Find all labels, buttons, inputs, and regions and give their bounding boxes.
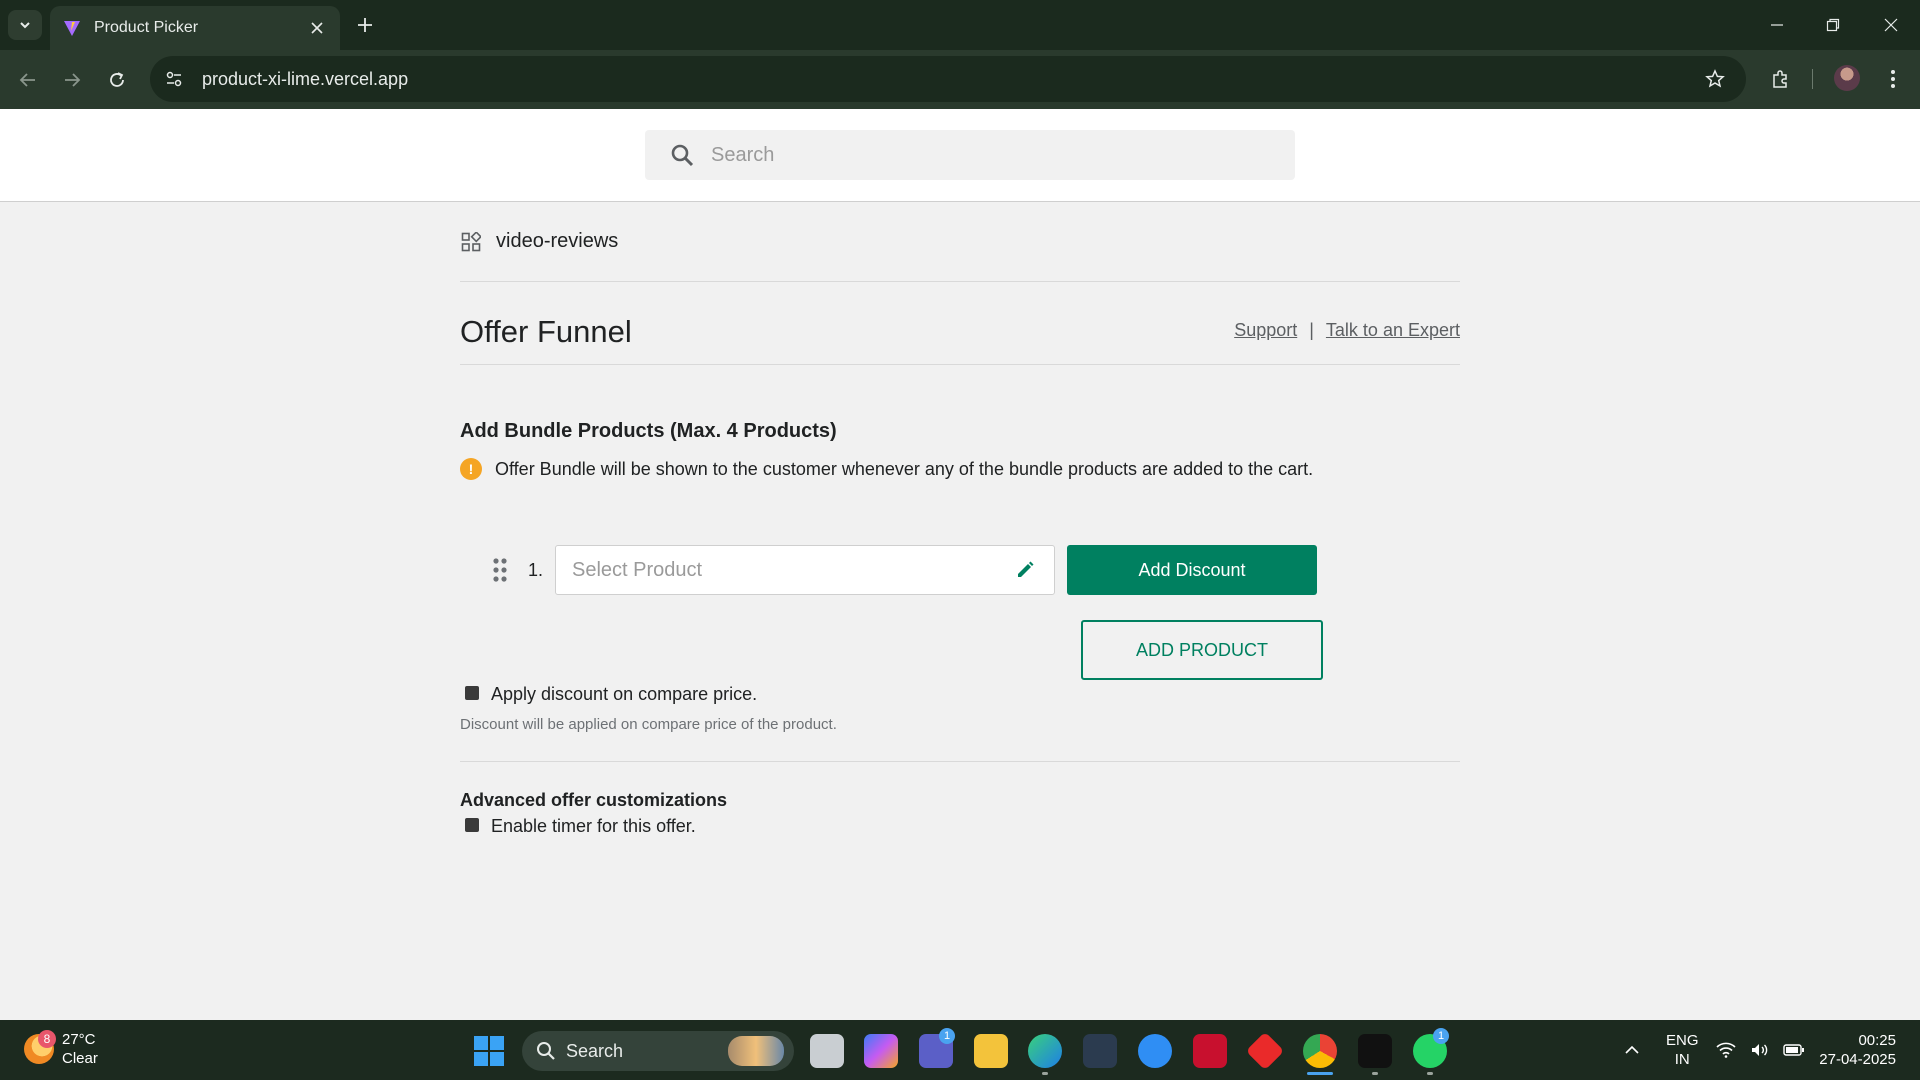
- site-info-icon[interactable]: [156, 61, 192, 97]
- add-product-button[interactable]: ADD PRODUCT: [1081, 620, 1323, 680]
- taskbar-search-label: Search: [566, 1040, 624, 1061]
- weather-moon-icon: 8: [24, 1030, 56, 1064]
- timer-option[interactable]: Enable timer for this offer.: [465, 816, 696, 837]
- lang-line2: IN: [1674, 1051, 1690, 1068]
- epic-games-icon[interactable]: [1358, 1034, 1392, 1068]
- tab-search-button[interactable]: [8, 10, 42, 40]
- help-icon[interactable]: [1138, 1034, 1172, 1068]
- search-highlight-image: [728, 1036, 784, 1066]
- task-view-icon[interactable]: [810, 1034, 844, 1068]
- search-icon: [667, 140, 697, 170]
- extensions-puzzle-icon[interactable]: [1764, 62, 1798, 96]
- timer-label: Enable timer for this offer.: [491, 816, 696, 836]
- clock-date: 27-04-2025: [1819, 1051, 1896, 1068]
- language-indicator[interactable]: ENG IN: [1666, 1031, 1699, 1069]
- support-link[interactable]: Support: [1234, 320, 1297, 341]
- app-header: [0, 109, 1920, 202]
- lang-line1: ENG: [1666, 1032, 1699, 1049]
- breadcrumb[interactable]: video-reviews: [460, 230, 618, 253]
- compare-price-checkbox[interactable]: [465, 685, 479, 700]
- copilot-icon[interactable]: [864, 1034, 898, 1068]
- breadcrumb-label: video-reviews: [496, 230, 619, 252]
- divider: [460, 281, 1460, 282]
- url-text: product-xi-lime.vercel.app: [202, 68, 409, 89]
- volume-icon[interactable]: [1748, 1038, 1772, 1062]
- search-input[interactable]: [711, 143, 1271, 167]
- timer-checkbox[interactable]: [465, 817, 479, 832]
- chrome-icon[interactable]: [1303, 1034, 1337, 1068]
- forward-arrow-icon[interactable]: [56, 64, 88, 96]
- advanced-section-title: Advanced offer customizations: [460, 790, 728, 810]
- start-windows-icon[interactable]: [474, 1036, 504, 1066]
- compare-price-label: Apply discount on compare price.: [491, 684, 758, 704]
- divider: [460, 364, 1460, 365]
- bundle-section-title: Add Bundle Products (Max. 4 Products): [460, 420, 837, 442]
- tab-close-icon[interactable]: [306, 17, 328, 39]
- weather-condition: Clear: [62, 1050, 98, 1067]
- compare-price-option[interactable]: Apply discount on compare price.: [465, 684, 757, 705]
- add-discount-button[interactable]: Add Discount: [1067, 545, 1318, 595]
- chevron-up-icon[interactable]: [1620, 1038, 1644, 1062]
- clock-time: 00:25: [1858, 1032, 1896, 1049]
- search-bar[interactable]: [645, 130, 1295, 180]
- browser-tab-bar: Product Picker: [0, 0, 1920, 50]
- microsoft-store-icon[interactable]: [1083, 1034, 1117, 1068]
- whatsapp-badge: 1: [1433, 1028, 1449, 1044]
- system-clock[interactable]: 00:25 27-04-2025: [1819, 1031, 1896, 1069]
- whatsapp-running-indicator: [1427, 1072, 1433, 1075]
- anydesk-icon[interactable]: [1245, 1031, 1285, 1071]
- product-row: 1. Select Product Add Discount: [490, 545, 1318, 595]
- new-tab-plus-icon[interactable]: [352, 12, 378, 38]
- reload-icon[interactable]: [101, 64, 133, 96]
- file-explorer-icon[interactable]: [974, 1034, 1008, 1068]
- taskbar-search-icon: [537, 1042, 555, 1060]
- header-links: Support | Talk to an Expert: [1234, 320, 1460, 341]
- talk-to-expert-link[interactable]: Talk to an Expert: [1326, 320, 1460, 341]
- epic-running-indicator: [1372, 1072, 1378, 1075]
- compare-price-helper: Discount will be applied on compare pric…: [460, 716, 837, 733]
- restore-icon[interactable]: [1820, 12, 1846, 38]
- wifi-icon[interactable]: [1714, 1038, 1738, 1062]
- page-title: Offer Funnel: [460, 314, 632, 349]
- bundle-info: ! Offer Bundle will be shown to the cust…: [460, 458, 1313, 480]
- divider: [460, 761, 1460, 762]
- bookmark-star-icon[interactable]: [1698, 62, 1732, 96]
- minimize-icon[interactable]: [1764, 12, 1790, 38]
- select-product-placeholder: Select Product: [572, 558, 703, 581]
- weather-temp: 27°C: [62, 1031, 96, 1048]
- windows-taskbar: 8 27°C Clear Search 1 1 ENG IN 00:25 27-…: [0, 1020, 1920, 1080]
- address-bar[interactable]: product-xi-lime.vercel.app: [150, 56, 1746, 102]
- select-product-field[interactable]: Select Product: [555, 545, 1056, 595]
- edge-running-indicator: [1042, 1072, 1048, 1075]
- weather-widget[interactable]: 8 27°C Clear: [24, 1030, 98, 1068]
- browser-toolbar: product-xi-lime.vercel.app: [0, 50, 1920, 109]
- weather-badge: 8: [38, 1030, 56, 1048]
- taskbar-search[interactable]: Search: [522, 1031, 794, 1071]
- browser-tab-active[interactable]: Product Picker: [50, 6, 340, 50]
- edge-icon[interactable]: [1028, 1034, 1062, 1068]
- chrome-active-indicator: [1307, 1072, 1333, 1075]
- teams-badge: 1: [939, 1028, 955, 1044]
- toolbar-separator: [1812, 69, 1813, 89]
- link-separator: |: [1309, 320, 1314, 340]
- teams-icon[interactable]: 1: [919, 1028, 955, 1068]
- tab-title: Product Picker: [94, 19, 199, 36]
- back-arrow-icon[interactable]: [12, 64, 44, 96]
- drag-handle-icon[interactable]: [490, 555, 510, 585]
- mcafee-icon[interactable]: [1193, 1034, 1227, 1068]
- bundle-info-text: Offer Bundle will be shown to the custom…: [495, 458, 1314, 479]
- row-number: 1.: [528, 559, 544, 580]
- browser-menu-kebab-icon[interactable]: [1876, 62, 1910, 96]
- edit-pencil-icon[interactable]: [1012, 557, 1038, 583]
- close-window-icon[interactable]: [1878, 12, 1904, 38]
- whatsapp-icon[interactable]: 1: [1413, 1028, 1449, 1068]
- vite-favicon-icon: [62, 18, 82, 38]
- warning-icon: !: [460, 458, 482, 480]
- battery-icon[interactable]: [1782, 1038, 1806, 1062]
- apps-grid-icon: [460, 231, 482, 253]
- profile-avatar[interactable]: [1834, 65, 1860, 91]
